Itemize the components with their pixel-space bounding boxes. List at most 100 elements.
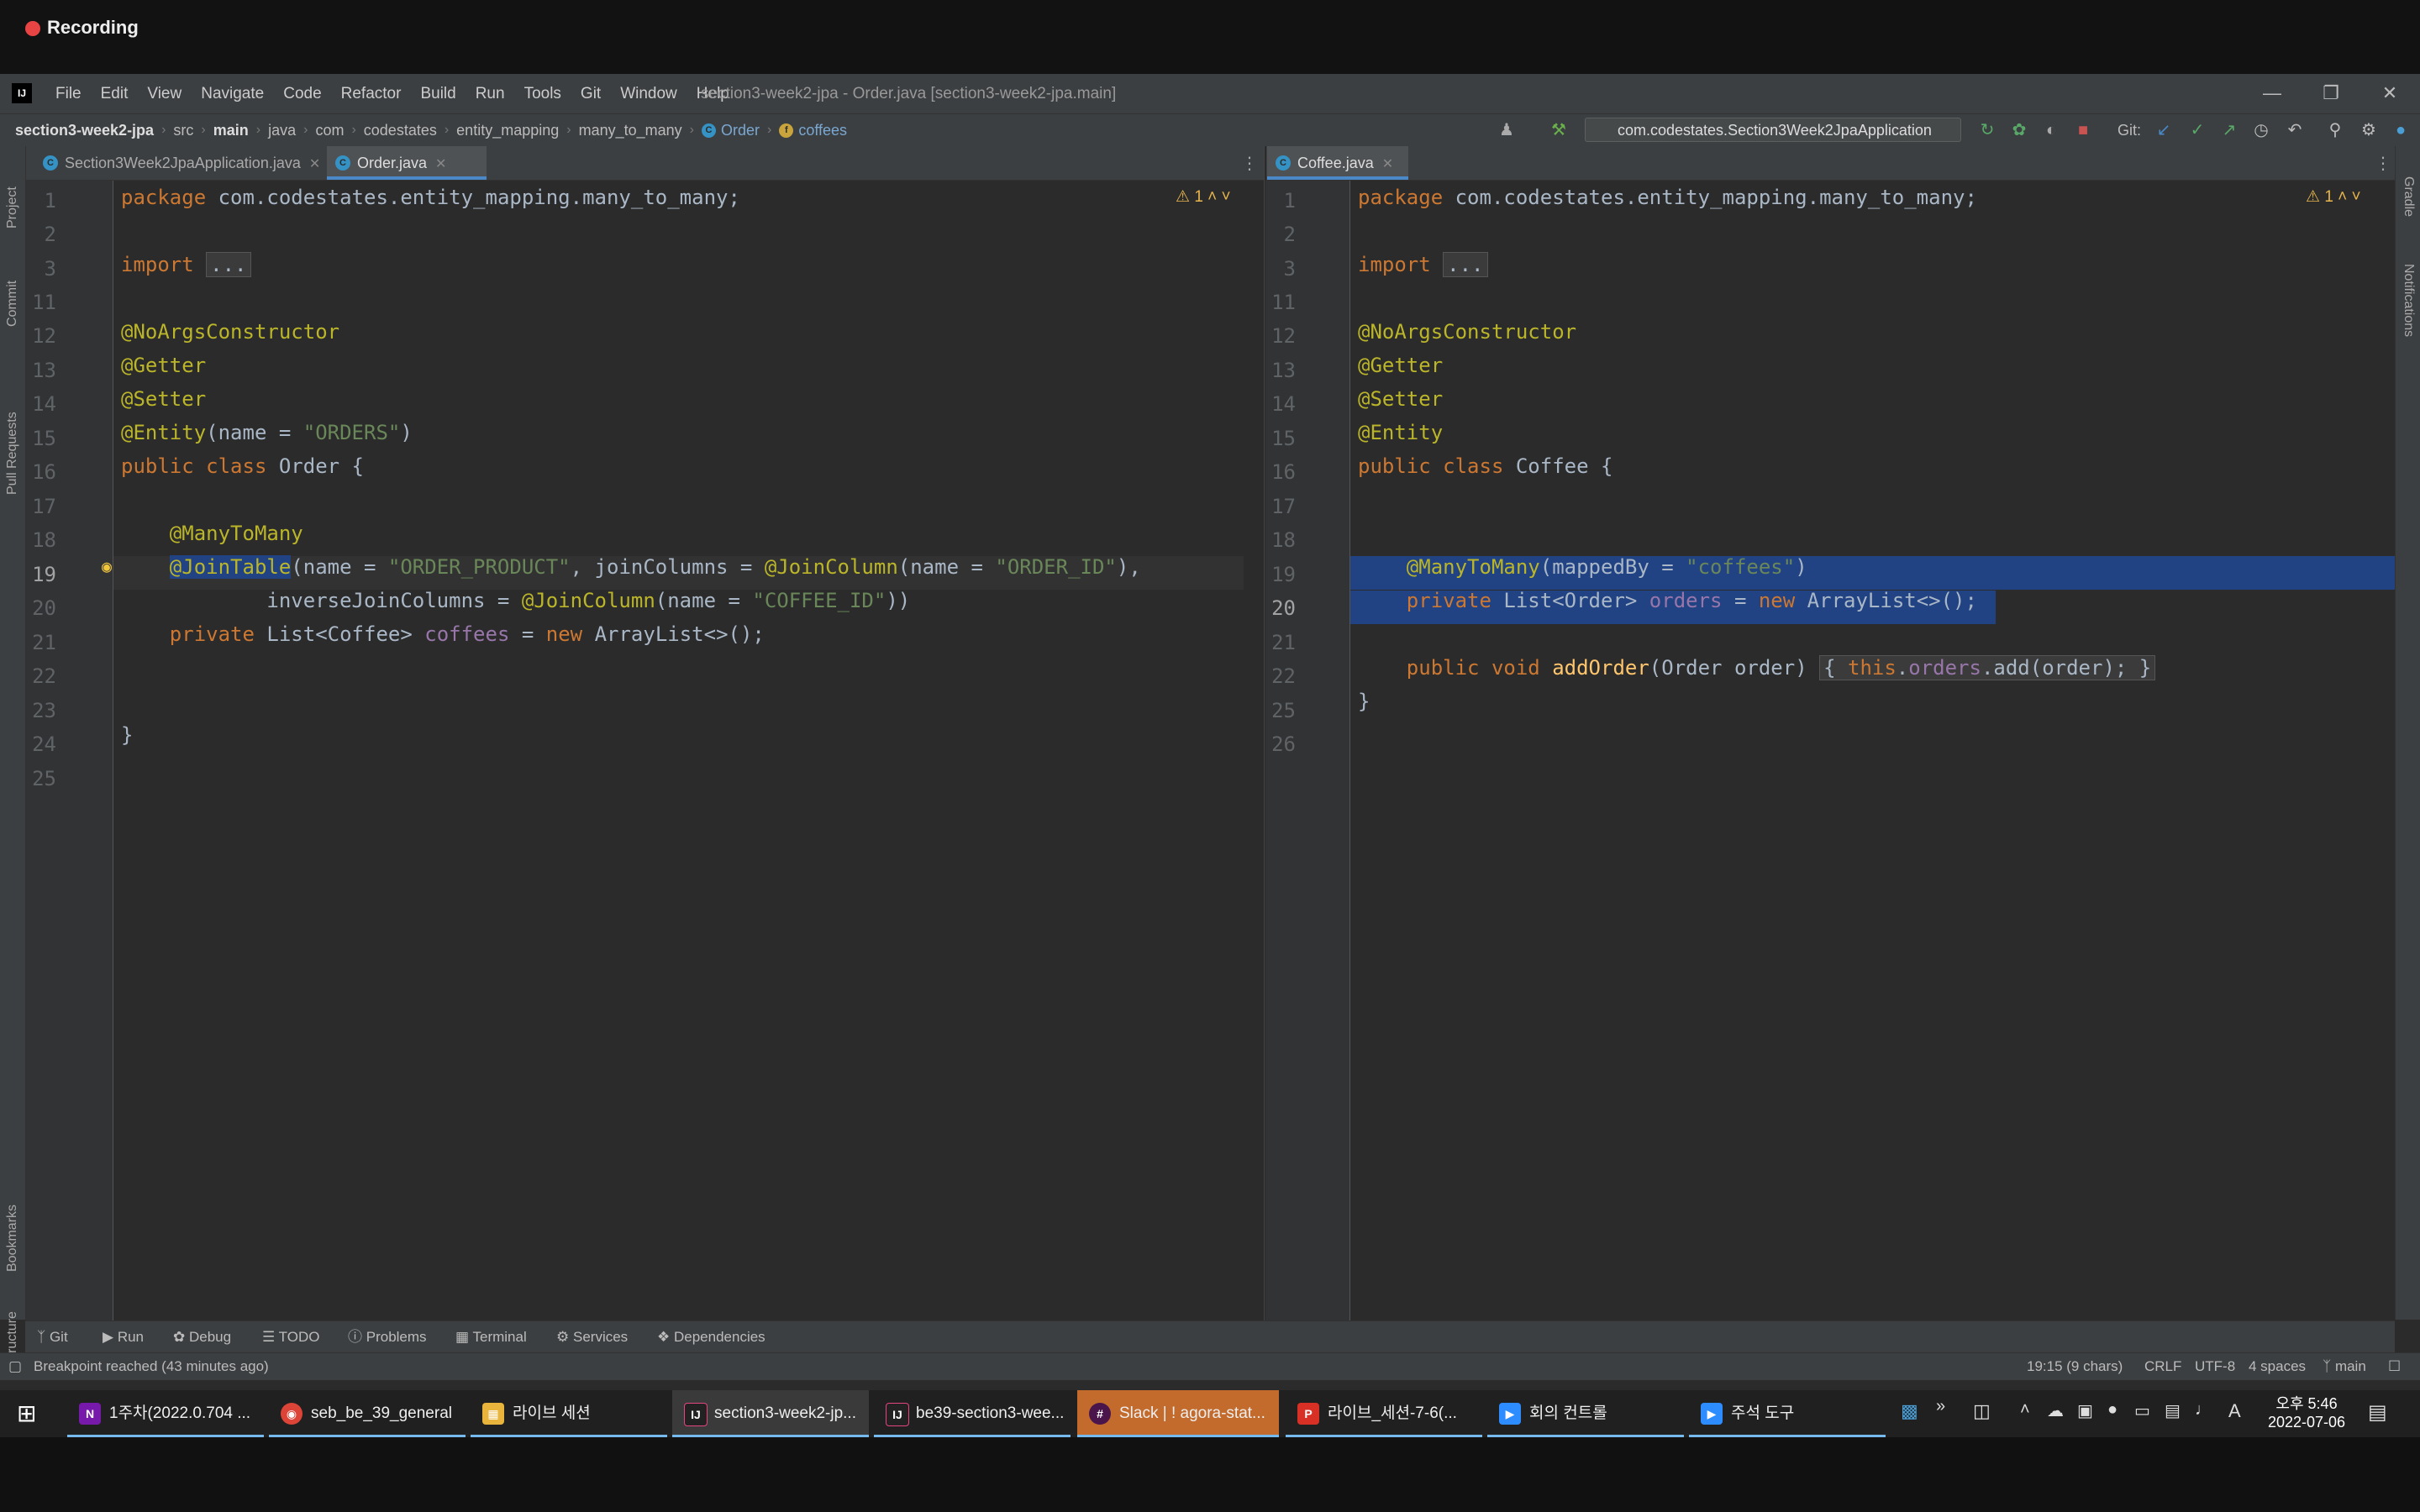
taskbar-zoom-controls[interactable]: ▶ 회의 컨트롤	[1487, 1390, 1684, 1437]
warning-indicator[interactable]: ⚠ 1 ˄ ˅	[1176, 187, 1231, 207]
menu-build[interactable]: Build	[420, 85, 455, 103]
coverage-icon[interactable]: ◐	[2040, 119, 2062, 141]
menu-git[interactable]: Git	[581, 85, 601, 103]
tool-tab-pull-requests[interactable]: Pull Requests	[5, 412, 20, 495]
overflow-chevron-icon[interactable]: »	[1936, 1397, 1945, 1416]
clock-date[interactable]: 2022-07-06	[2260, 1414, 2353, 1431]
code-with-me-icon[interactable]: ●	[2390, 119, 2412, 141]
taskbar-pdf[interactable]: P 라이브_세션-7-6(...	[1286, 1390, 1482, 1437]
menu-window[interactable]: Window	[620, 85, 677, 103]
menu-refactor[interactable]: Refactor	[341, 85, 402, 103]
menu-code[interactable]: Code	[283, 85, 321, 103]
close-tab-icon[interactable]: ✕	[309, 157, 320, 171]
menu-edit[interactable]: Edit	[101, 85, 129, 103]
volume-icon[interactable]: ♩	[2195, 1400, 2212, 1420]
code-block[interactable]: package com.codestates.entity_mapping.ma…	[121, 181, 1141, 752]
code-block[interactable]: package com.codestates.entity_mapping.ma…	[1358, 181, 2156, 718]
intellij-logo-icon[interactable]: IJ	[12, 83, 32, 103]
user-icon[interactable]: ♟	[1496, 119, 1518, 141]
taskbar-zoom-annotate[interactable]: ▶ 주석 도구	[1689, 1390, 1886, 1437]
ime-indicator[interactable]: A	[2228, 1400, 2241, 1422]
tool-tab-project[interactable]: Project	[5, 186, 20, 228]
taskbar-intellij-1[interactable]: IJ section3-week2-jp...	[672, 1390, 869, 1437]
tool-dependencies[interactable]: ❖ Dependencies	[657, 1321, 765, 1353]
tool-tab-commit[interactable]: Commit	[5, 281, 20, 327]
tab-section3week2jpaapplication[interactable]: C Section3Week2JpaApplication.java ✕	[34, 146, 330, 180]
tool-tab-gradle[interactable]: Gradle	[2401, 176, 2416, 217]
taskbar-intellij-2[interactable]: IJ be39-section3-wee...	[874, 1390, 1071, 1437]
git-branch-status[interactable]: ᛉ main	[2323, 1358, 2366, 1375]
menu-navigate[interactable]: Navigate	[201, 85, 264, 103]
microphone-icon[interactable]: ●	[2107, 1400, 2118, 1420]
tab-coffee-java[interactable]: C Coffee.java ✕	[1267, 146, 1408, 180]
menu-view[interactable]: View	[147, 85, 182, 103]
breadcrumb-project[interactable]: section3-week2-jpa	[15, 122, 154, 139]
tool-services[interactable]: ⚙ Services	[556, 1321, 628, 1353]
tray-chevron-icon[interactable]: ˄	[2020, 1400, 2030, 1420]
file-encoding[interactable]: UTF-8	[2195, 1358, 2235, 1375]
tool-tab-notifications[interactable]: Notifications	[2401, 264, 2416, 337]
breadcrumb-entity-mapping[interactable]: entity_mapping	[456, 122, 559, 139]
share-screen-icon[interactable]: ◫	[1973, 1400, 1991, 1422]
tab-order-java[interactable]: C Order.java ✕	[327, 146, 487, 180]
editor-order-java[interactable]: 1 2 3 11 12 13 14 15 16 17 18 19 20 21 2…	[26, 181, 1264, 1320]
windows-start-icon[interactable]: ⊞	[17, 1401, 42, 1426]
git-push-icon[interactable]: ↗	[2218, 119, 2240, 141]
taskbar-explorer[interactable]: ▦ 라이브 세션	[471, 1390, 667, 1437]
close-icon[interactable]: ✕	[2373, 79, 2407, 108]
caret-position[interactable]: 19:15 (9 chars)	[2027, 1358, 2123, 1375]
breadcrumb-many-to-many[interactable]: many_to_many	[579, 122, 682, 139]
taskbar-slack[interactable]: # Slack | ! agora-stat...	[1077, 1390, 1279, 1437]
lock-icon[interactable]: ☐	[2388, 1358, 2401, 1375]
breadcrumb-order[interactable]: Order	[721, 122, 760, 139]
battery-icon[interactable]: ▭	[2134, 1400, 2150, 1421]
taskbar-onenote[interactable]: N 1주차(2022.0.704 ...	[67, 1390, 264, 1437]
rerun-icon[interactable]: ↻	[1976, 119, 1998, 141]
indent-setting[interactable]: 4 spaces	[2249, 1358, 2306, 1375]
breadcrumb-src[interactable]: src	[173, 122, 193, 139]
git-commit-icon[interactable]: ✓	[2186, 119, 2208, 141]
tool-git[interactable]: ᛉ Git	[37, 1321, 68, 1353]
more-tabs-icon[interactable]: ⋮	[2375, 153, 2391, 174]
breadcrumb-codestates[interactable]: codestates	[364, 122, 437, 139]
tool-problems[interactable]: ⓘ Problems	[348, 1321, 427, 1353]
clock-time[interactable]: 오후 5:46	[2260, 1392, 2353, 1414]
menu-file[interactable]: File	[55, 85, 82, 103]
camera-icon[interactable]: ▣	[2077, 1400, 2093, 1421]
rollback-icon[interactable]: ↶	[2284, 119, 2306, 141]
restore-icon[interactable]: ❐	[2314, 79, 2348, 108]
breadcrumb-java[interactable]: java	[268, 122, 296, 139]
git-update-icon[interactable]: ↙	[2153, 119, 2175, 141]
breadcrumb-com[interactable]: com	[315, 122, 344, 139]
cloud-icon[interactable]: ☁	[2047, 1400, 2064, 1421]
stop-icon[interactable]: ■	[2072, 119, 2094, 141]
run-configuration-select[interactable]: com.codestates.Section3Week2JpaApplicati…	[1585, 118, 1961, 142]
taskbar-chrome[interactable]: ◉seb_be_39_general ...	[269, 1390, 466, 1469]
build-hammer-icon[interactable]: ⚒	[1548, 119, 1570, 141]
more-tabs-icon[interactable]: ⋮	[1241, 153, 1258, 174]
lightbulb-icon[interactable]: ◉	[102, 556, 112, 576]
line-separator[interactable]: CRLF	[2144, 1358, 2181, 1375]
network-icon[interactable]: ▤	[2165, 1400, 2181, 1421]
notification-center-icon[interactable]: ▤	[2368, 1400, 2387, 1425]
tool-tab-bookmarks[interactable]: Bookmarks	[5, 1205, 20, 1272]
tool-terminal[interactable]: ▦ Terminal	[455, 1321, 527, 1353]
search-icon[interactable]: ⚲	[2324, 119, 2346, 141]
tool-debug[interactable]: ✿ Debug	[173, 1321, 231, 1353]
history-icon[interactable]: ◷	[2250, 119, 2272, 141]
minimize-icon[interactable]: —	[2255, 79, 2289, 108]
close-tab-icon[interactable]: ✕	[435, 157, 446, 171]
chat-icon[interactable]: ▩	[1901, 1400, 1918, 1422]
tool-todo[interactable]: ☰ TODO	[262, 1321, 319, 1353]
debug-icon[interactable]: ✿	[2008, 119, 2030, 141]
tool-run[interactable]: ▶ Run	[103, 1321, 144, 1353]
status-square-icon[interactable]: ▢	[8, 1358, 22, 1375]
editor-coffee-java[interactable]: 1 2 3 11 12 13 14 15 16 17 18 19 20 21 2…	[1265, 181, 2395, 1320]
gear-icon[interactable]: ⚙	[2358, 119, 2380, 141]
menu-tools[interactable]: Tools	[524, 85, 561, 103]
warning-indicator[interactable]: ⚠ 1 ˄ ˅	[2306, 187, 2361, 207]
breadcrumb-coffees[interactable]: coffees	[798, 122, 847, 139]
breadcrumb-main[interactable]: main	[213, 122, 249, 139]
menu-run[interactable]: Run	[476, 85, 505, 103]
close-tab-icon[interactable]: ✕	[1382, 157, 1393, 171]
